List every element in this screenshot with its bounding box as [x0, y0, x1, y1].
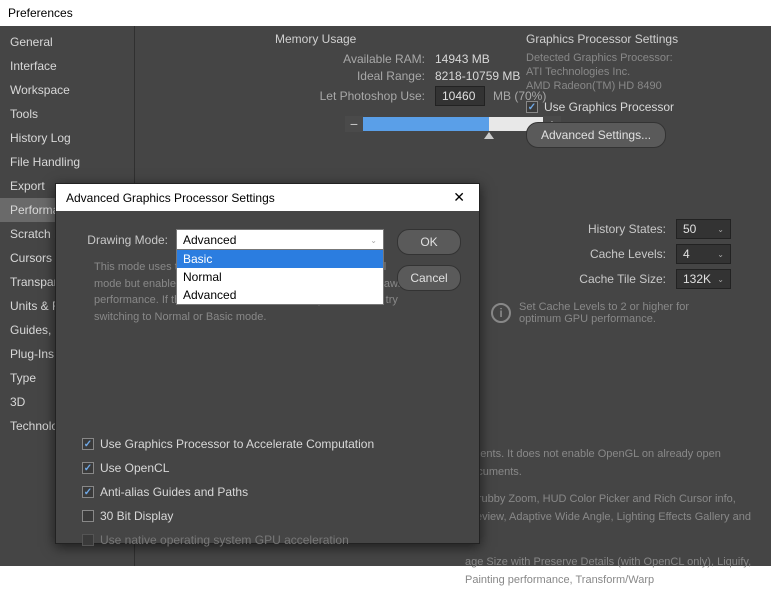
note-text: Scrubby Zoom, HUD Color Picker and Rich …: [465, 491, 756, 544]
native-gpu-checkbox: Use native operating system GPU accelera…: [82, 533, 459, 547]
checkbox-icon: [82, 438, 94, 450]
cache-hint: Set Cache Levels to 2 or higher for opti…: [519, 301, 731, 325]
cancel-button[interactable]: Cancel: [397, 265, 461, 291]
gpu-card: AMD Radeon(TM) HD 8490: [526, 80, 756, 92]
advanced-gpu-modal: Advanced Graphics Processor Settings ✕ D…: [55, 183, 480, 544]
ok-button[interactable]: OK: [397, 229, 461, 255]
minus-button[interactable]: −: [345, 116, 363, 132]
cache-levels-label: Cache Levels:: [590, 247, 666, 261]
sidebar-item-general[interactable]: General: [0, 30, 134, 54]
cache-tile-select[interactable]: 132K⌄: [676, 269, 731, 289]
sidebar-item-interface[interactable]: Interface: [0, 54, 134, 78]
checkbox-icon: [526, 101, 538, 113]
advanced-settings-button[interactable]: Advanced Settings...: [526, 122, 666, 148]
drawing-mode-option[interactable]: Normal: [177, 268, 383, 286]
chevron-down-icon: ⌄: [717, 250, 724, 259]
antialias-guides-checkbox[interactable]: Anti-alias Guides and Paths: [82, 485, 459, 499]
drawing-mode-option[interactable]: Basic: [177, 250, 383, 268]
accelerate-computation-checkbox[interactable]: Use Graphics Processor to Accelerate Com…: [82, 437, 459, 451]
gpu-vendor: ATI Technologies Inc.: [526, 66, 756, 78]
close-icon[interactable]: ✕: [449, 189, 469, 206]
sidebar-item-file-handling[interactable]: File Handling: [0, 150, 134, 174]
memory-slider[interactable]: [363, 117, 543, 131]
sidebar-item-tools[interactable]: Tools: [0, 102, 134, 126]
detected-gpu-label: Detected Graphics Processor:: [526, 52, 756, 64]
note-text: age Size with Preserve Details (with Ope…: [465, 554, 756, 589]
drawing-mode-option[interactable]: Advanced: [177, 286, 383, 304]
drawing-mode-select[interactable]: Advanced⌄: [176, 229, 384, 251]
window-title: Preferences: [0, 0, 771, 26]
available-ram-label: Available RAM:: [275, 52, 425, 66]
checkbox-icon: [82, 510, 94, 522]
chevron-down-icon: ⌄: [370, 236, 377, 245]
ideal-range-value: 8218-10759 MB: [435, 69, 520, 83]
let-use-label: Let Photoshop Use:: [275, 89, 425, 103]
use-gpu-label: Use Graphics Processor: [544, 100, 674, 114]
available-ram-value: 14943 MB: [435, 52, 490, 66]
ideal-range-label: Ideal Range:: [275, 69, 425, 83]
checkbox-icon: [82, 486, 94, 498]
use-gpu-checkbox[interactable]: Use Graphics Processor: [526, 100, 756, 114]
drawing-mode-label: Drawing Mode:: [76, 229, 168, 247]
let-use-input[interactable]: 10460: [435, 86, 485, 106]
chevron-down-icon: ⌄: [717, 275, 724, 284]
drawing-mode-dropdown[interactable]: BasicNormalAdvanced: [176, 249, 384, 305]
modal-title: Advanced Graphics Processor Settings: [66, 191, 275, 205]
checkbox-icon: [82, 462, 94, 474]
sidebar-item-history-log[interactable]: History Log: [0, 126, 134, 150]
history-states-label: History States:: [588, 222, 666, 236]
sidebar-item-workspace[interactable]: Workspace: [0, 78, 134, 102]
cache-levels-select[interactable]: 4⌄: [676, 244, 731, 264]
info-icon: i: [491, 303, 511, 323]
30bit-display-checkbox[interactable]: 30 Bit Display: [82, 509, 459, 523]
gpu-section-label: Graphics Processor Settings: [526, 32, 756, 46]
note-text: ements. It does not enable OpenGL on alr…: [465, 446, 756, 481]
use-opencl-checkbox[interactable]: Use OpenCL: [82, 461, 459, 475]
cache-tile-label: Cache Tile Size:: [579, 272, 666, 286]
checkbox-icon: [82, 534, 94, 546]
chevron-down-icon: ⌄: [717, 225, 724, 234]
slider-handle-icon[interactable]: [484, 132, 494, 139]
history-states-select[interactable]: 50⌄: [676, 219, 731, 239]
